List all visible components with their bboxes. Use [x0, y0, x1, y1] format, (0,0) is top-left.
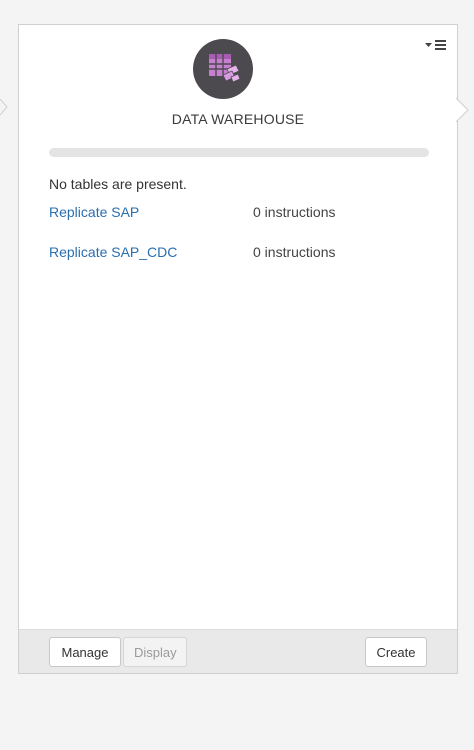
task-instruction-count: 0 instructions	[253, 204, 336, 220]
task-row: Replicate SAP_CDC 0 instructions	[49, 244, 429, 264]
data-warehouse-logo	[193, 39, 253, 99]
menu-dropdown-icon	[425, 40, 446, 50]
manage-button[interactable]: Manage	[49, 637, 121, 667]
connector-arrow-icon	[0, 98, 8, 116]
task-link-replicate-sap[interactable]: Replicate SAP	[49, 204, 139, 220]
connector-notch-icon	[456, 98, 469, 122]
task-row: Replicate SAP 0 instructions	[49, 204, 429, 224]
display-button[interactable]: Display	[123, 637, 187, 667]
status-text: No tables are present.	[49, 176, 187, 192]
card-menu-button[interactable]	[423, 37, 447, 53]
task-link-replicate-sap-cdc[interactable]: Replicate SAP_CDC	[49, 244, 177, 260]
create-button[interactable]: Create	[365, 637, 427, 667]
card-footer: Manage Display Create	[19, 629, 457, 673]
progress-bar	[49, 148, 429, 157]
task-instruction-count: 0 instructions	[253, 244, 336, 260]
data-warehouse-table-icon	[209, 54, 241, 83]
data-warehouse-card: DATA WAREHOUSE No tables are present. Re…	[18, 24, 458, 674]
card-title: DATA WAREHOUSE	[171, 111, 305, 127]
